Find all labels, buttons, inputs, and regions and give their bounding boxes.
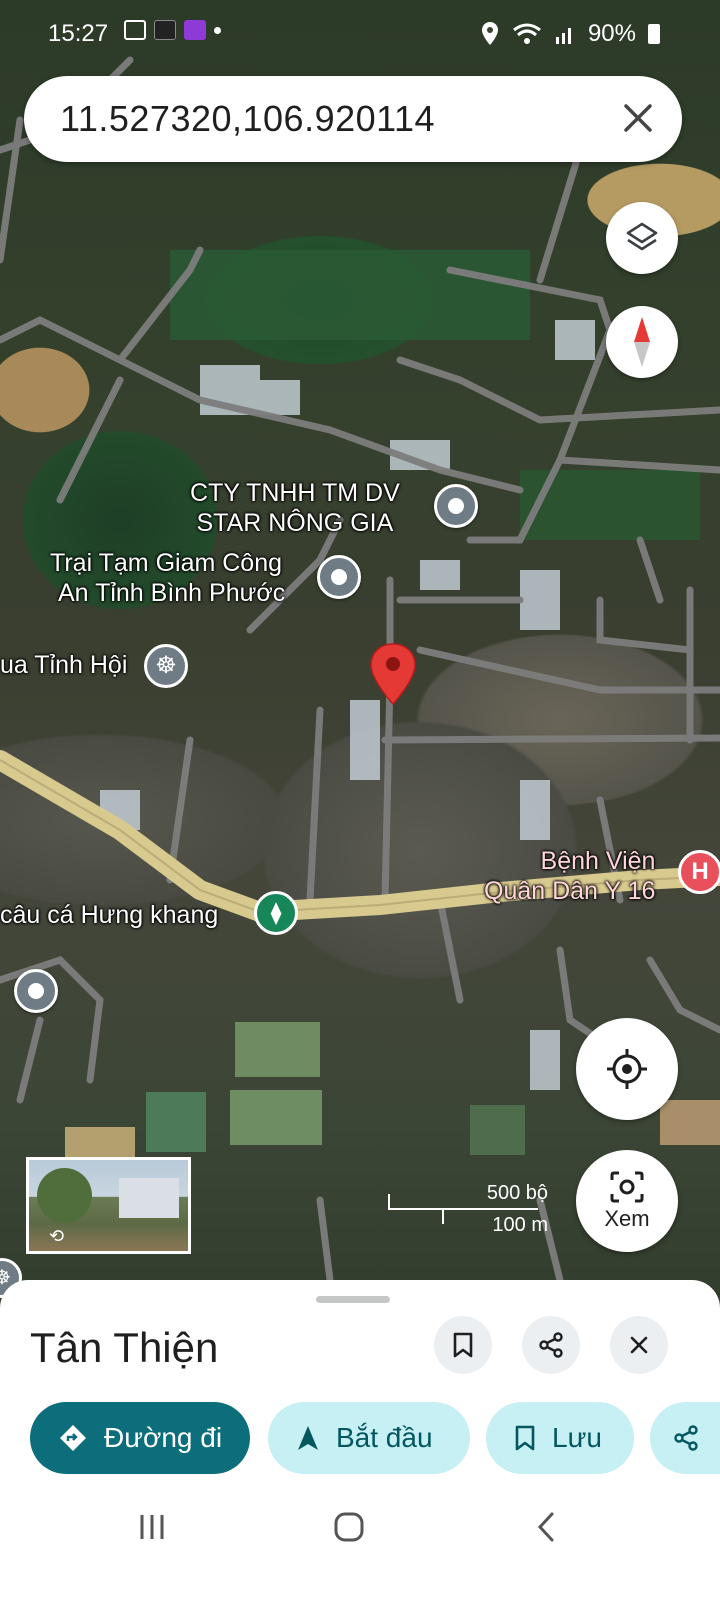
- battery-percent: 90%: [587, 20, 636, 47]
- battery-icon: [648, 24, 660, 44]
- scale-imperial: 500 bộ: [486, 1182, 548, 1204]
- compass-icon: [634, 317, 650, 367]
- map-label-company[interactable]: CTY TNHH TM DV STAR NÔNG GIA: [190, 478, 400, 538]
- search-input[interactable]: 11.527320,106.920114: [60, 98, 435, 140]
- status-time: 15:27: [48, 20, 109, 47]
- notification-icons: [124, 20, 221, 40]
- crosshair-icon: [607, 1049, 647, 1089]
- label-line: Bệnh Viện: [540, 847, 656, 875]
- field: [65, 1127, 135, 1157]
- app-icon: [154, 20, 176, 40]
- my-location-button[interactable]: [576, 1018, 678, 1120]
- save-icon-button[interactable]: [434, 1316, 492, 1374]
- status-bar: 15:27 90%: [0, 0, 720, 70]
- dot-icon: [214, 26, 221, 34]
- save-button[interactable]: Lưu: [486, 1402, 634, 1474]
- map-label-fishing[interactable]: câu cá Hưng khang: [0, 900, 218, 930]
- recent-apps-icon[interactable]: [136, 1512, 168, 1542]
- hospital-marker-icon[interactable]: H: [678, 850, 720, 894]
- label-line: CTY TNHH TM DV: [190, 479, 400, 507]
- directions-icon: [60, 1425, 86, 1451]
- link-icon: [184, 20, 206, 40]
- close-icon: [630, 1336, 648, 1354]
- place-marker-icon[interactable]: [317, 555, 361, 599]
- start-button[interactable]: Bắt đầu: [268, 1402, 470, 1474]
- layers-icon: [626, 222, 658, 251]
- bookmark-icon: [453, 1332, 473, 1358]
- search-bar[interactable]: 11.527320,106.920114: [24, 76, 682, 162]
- map-label-detention[interactable]: Trại Tạm Giam Công An Tỉnh Bình Phước: [50, 548, 285, 608]
- system-nav-bar: [0, 1490, 720, 1600]
- label-line: Quân Dân Y 16: [484, 877, 656, 905]
- scale-metric: 100 m: [492, 1214, 548, 1236]
- place-marker-icon[interactable]: [434, 484, 478, 528]
- tree: [37, 1168, 92, 1223]
- wall: [119, 1178, 179, 1218]
- system-icons: 90%: [480, 20, 660, 48]
- navigation-arrow-icon: [298, 1426, 318, 1450]
- directions-button[interactable]: Đường đi: [30, 1402, 250, 1474]
- rotate-360-icon: ⟲: [49, 1226, 65, 1246]
- label-line: STAR NÔNG GIA: [196, 509, 394, 537]
- wifi-icon: [513, 23, 541, 44]
- back-icon[interactable]: [534, 1510, 558, 1544]
- drag-handle[interactable]: [316, 1296, 390, 1303]
- close-icon[interactable]: [618, 98, 658, 138]
- share-icon-button[interactable]: [522, 1316, 580, 1374]
- gallery-icon: [124, 20, 146, 40]
- scale-line: [388, 1208, 538, 1210]
- dropped-pin-icon[interactable]: [368, 642, 418, 708]
- field: [470, 1105, 525, 1155]
- close-sheet-button[interactable]: [610, 1316, 668, 1374]
- share-icon: [674, 1425, 698, 1451]
- scale-tick: [442, 1208, 444, 1224]
- recreation-marker-icon[interactable]: ⧫: [254, 891, 298, 935]
- label-line: Trại Tạm Giam Công: [50, 549, 283, 577]
- start-label: Bắt đầu: [336, 1422, 433, 1453]
- street-view-thumbnail[interactable]: ⟲: [26, 1157, 191, 1254]
- plantation: [170, 250, 530, 340]
- home-icon[interactable]: [332, 1510, 366, 1544]
- lens-view-label: Xem: [604, 1206, 650, 1231]
- bookmark-icon: [515, 1425, 535, 1451]
- temple-marker-icon[interactable]: ☸: [144, 644, 188, 688]
- scale-bar: 500 bộ 100 m: [388, 1180, 548, 1240]
- directions-label: Đường đi: [104, 1422, 223, 1453]
- camera-icon: [610, 1171, 644, 1203]
- share-chip[interactable]: [650, 1402, 720, 1474]
- scale-tick: [388, 1194, 390, 1210]
- share-icon: [539, 1332, 563, 1358]
- label-line: An Tỉnh Bình Phước: [58, 579, 286, 607]
- field: [660, 1100, 720, 1145]
- map-label-hospital[interactable]: Bệnh Viện Quân Dân Y 16: [484, 846, 655, 906]
- field: [146, 1092, 206, 1152]
- field: [235, 1022, 320, 1077]
- compass-button[interactable]: [606, 306, 678, 378]
- location-icon: [481, 22, 498, 45]
- field: [230, 1090, 322, 1145]
- lens-view-button[interactable]: Xem: [576, 1150, 678, 1252]
- signal-icon: [555, 28, 571, 44]
- layers-button[interactable]: [606, 202, 678, 274]
- save-label: Lưu: [552, 1422, 602, 1453]
- map-label-temple[interactable]: ua Tỉnh Hội: [0, 650, 127, 680]
- place-marker-icon[interactable]: [14, 969, 58, 1013]
- place-title: Tân Thiện: [30, 1324, 219, 1371]
